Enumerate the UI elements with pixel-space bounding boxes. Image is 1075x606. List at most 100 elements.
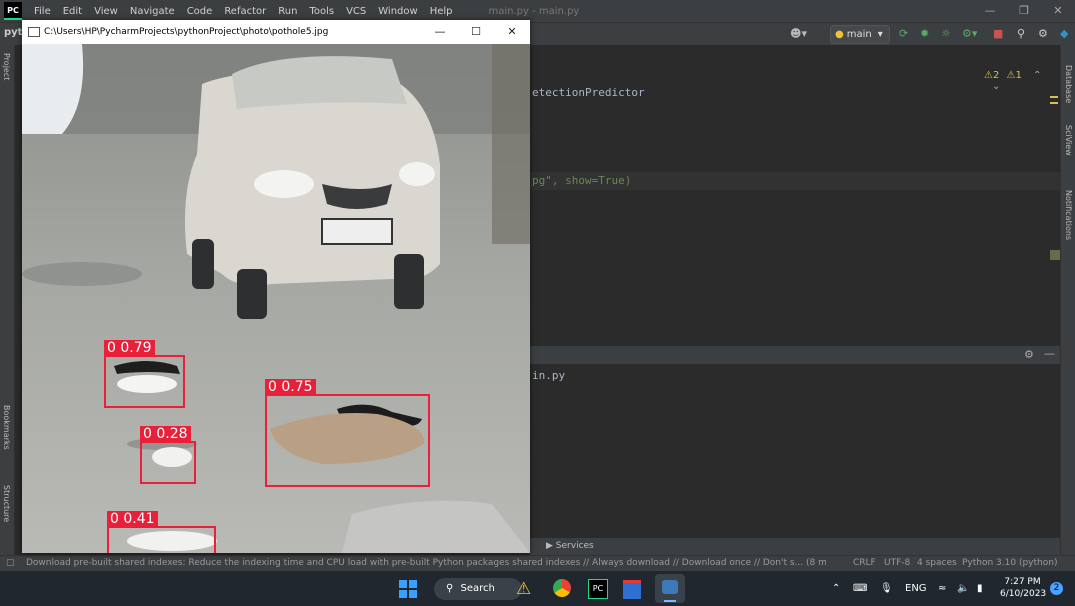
clock[interactable]: 7:27 PM 6/10/2023 xyxy=(1000,576,1046,600)
close-icon[interactable]: ✕ xyxy=(1041,0,1075,22)
chevron-up-icon[interactable]: ⌃ xyxy=(832,571,840,606)
search-icon: ⚲ xyxy=(446,583,454,594)
python-icon xyxy=(662,580,678,594)
interpreter-status[interactable]: Python 3.10 (python) xyxy=(962,558,1057,568)
stop-icon[interactable]: ■ xyxy=(993,26,1003,42)
notifications-tool-tab[interactable]: Notifications xyxy=(1064,190,1073,240)
detection-label: 0 0.41 xyxy=(107,511,158,527)
detection-label: 0 0.79 xyxy=(104,340,155,356)
wifi-icon[interactable]: ≈ xyxy=(938,571,946,606)
settings-icon[interactable]: ⚙ xyxy=(1038,26,1048,42)
indent-status[interactable]: 4 spaces xyxy=(917,558,957,568)
windows-taskbar: ⚲ Search ⚠ PC ⌃ ⌨ 🎙 ENG ≈ 🔈 ▮ 7:27 PM 6/… xyxy=(0,571,1075,606)
python-viewer-taskbar-button[interactable] xyxy=(655,574,685,603)
run-tool-window xyxy=(530,346,1060,537)
search-icon[interactable]: ⚲ xyxy=(1017,26,1025,42)
menu-edit[interactable]: Edit xyxy=(57,6,88,17)
inspection-widget[interactable]: ⚠2 ⚠1 ⌃ ⌄ xyxy=(984,70,1060,92)
image-viewer-titlebar[interactable]: C:\Users\HP\PycharmProjects\pythonProjec… xyxy=(22,20,530,44)
status-toggle-icon[interactable]: ▢ xyxy=(6,558,15,568)
menu-vcs[interactable]: VCS xyxy=(340,6,372,17)
image-viewer-window: C:\Users\HP\PycharmProjects\pythonProjec… xyxy=(22,20,530,553)
profile-icon[interactable]: ⚙▾ xyxy=(962,26,977,42)
search-label: Search xyxy=(460,583,495,594)
structure-tool-tab[interactable]: Structure xyxy=(2,485,11,522)
ide-status-bar: ▢ Download pre-built shared indexes: Red… xyxy=(0,555,1075,572)
project-tool-tab[interactable]: Project xyxy=(2,53,11,80)
close-icon[interactable]: ✕ xyxy=(494,20,530,44)
ide-file-title: main.py - main.py xyxy=(488,5,580,17)
minimize-icon[interactable]: — xyxy=(422,20,458,44)
ide-menu-bar: PC File Edit View Navigate Code Refactor… xyxy=(0,0,1075,22)
pycharm-taskbar-icon[interactable]: PC xyxy=(588,579,608,599)
taskbar-search[interactable]: ⚲ Search xyxy=(434,578,522,600)
menu-view[interactable]: View xyxy=(88,6,124,17)
rerun-icon[interactable]: ⟳ xyxy=(899,26,908,42)
scroll-thumb[interactable] xyxy=(1050,250,1060,260)
detection-label: 0 0.28 xyxy=(140,426,191,442)
detection-box xyxy=(265,394,430,487)
warning-icon: ⚠ xyxy=(984,70,993,81)
coverage-icon[interactable]: ☼ xyxy=(941,26,951,42)
status-message[interactable]: Download pre-built shared indexes: Reduc… xyxy=(26,558,826,568)
jetbrains-icon[interactable]: ◆ xyxy=(1060,26,1068,42)
keyboard-icon[interactable]: ⌨ xyxy=(853,571,867,606)
hide-panel-icon[interactable]: — xyxy=(1044,347,1055,360)
database-tool-tab[interactable]: Database xyxy=(1064,65,1073,103)
ide-window-controls: — ❐ ✕ xyxy=(973,0,1075,22)
volume-icon[interactable]: 🔈 xyxy=(957,571,969,606)
notification-badge[interactable]: 2 xyxy=(1050,582,1063,595)
chevron-down-icon: ▾ xyxy=(877,29,883,40)
menu-help[interactable]: Help xyxy=(424,6,459,17)
menu-run[interactable]: Run xyxy=(272,6,303,17)
language-indicator[interactable]: ENG xyxy=(905,571,927,606)
python-icon: ● xyxy=(835,29,844,40)
warning-app-icon[interactable]: ⚠ xyxy=(516,579,531,599)
menu-navigate[interactable]: Navigate xyxy=(124,6,181,17)
debug-icon[interactable]: ✹ xyxy=(920,26,929,42)
detection-label: 0 0.75 xyxy=(265,379,316,395)
bookmarks-tool-tab[interactable]: Bookmarks xyxy=(2,405,11,450)
chevron-down-icon[interactable]: ⌄ xyxy=(992,81,1000,92)
run-config-select[interactable]: ● main ▾ xyxy=(830,25,890,44)
maximize-icon[interactable]: ❐ xyxy=(1007,0,1041,22)
menu-window[interactable]: Window xyxy=(372,6,423,17)
services-tab-bar: ▶ Services xyxy=(530,538,1060,555)
menu-file[interactable]: File xyxy=(28,6,57,17)
run-config-label: main xyxy=(846,29,872,40)
code-editor[interactable]: ⚠2 ⚠1 ⌃ ⌄ etectionPredictor pg", show=Tr… xyxy=(530,45,1060,345)
menu-refactor[interactable]: Refactor xyxy=(218,6,272,17)
services-tab[interactable]: ▶ Services xyxy=(546,541,594,551)
detection-box xyxy=(140,441,196,484)
chrome-icon[interactable] xyxy=(553,579,571,597)
pothole-photo: 0 0.79 0 0.75 0 0.28 0 0.41 xyxy=(22,44,530,553)
microphone-icon[interactable]: 🎙 xyxy=(880,571,893,606)
weak-warning-icon: ⚠ xyxy=(1006,70,1016,81)
line-separator-status[interactable]: CRLF xyxy=(853,558,876,568)
maximize-icon[interactable]: ☐ xyxy=(458,20,494,44)
run-output-line: in.py xyxy=(532,369,566,382)
right-tool-stripe: Database SciView Notifications xyxy=(1060,45,1075,555)
left-tool-stripe: Project Bookmarks Structure xyxy=(0,45,15,555)
error-stripe-mark[interactable] xyxy=(1050,96,1058,98)
user-icon[interactable]: ☻▾ xyxy=(790,26,807,42)
menu-code[interactable]: Code xyxy=(181,6,219,17)
chevron-up-icon[interactable]: ⌃ xyxy=(1033,70,1041,81)
weak-warning-count: 1 xyxy=(1015,70,1022,81)
code-line: pg", show=True) xyxy=(532,174,632,187)
menu-tools[interactable]: Tools xyxy=(303,6,340,17)
sciview-tool-tab[interactable]: SciView xyxy=(1064,125,1073,156)
gear-icon[interactable]: ⚙ xyxy=(1024,348,1034,361)
battery-icon[interactable]: ▮ xyxy=(977,571,983,606)
error-stripe-mark[interactable] xyxy=(1050,102,1058,104)
code-line: etectionPredictor xyxy=(532,86,645,99)
encoding-status[interactable]: UTF-8 xyxy=(884,558,910,568)
minimize-icon[interactable]: — xyxy=(973,0,1007,22)
windows-start-icon[interactable] xyxy=(399,580,417,598)
clock-time: 7:27 PM xyxy=(1004,577,1041,587)
store-icon[interactable] xyxy=(623,580,641,599)
services-label: Services xyxy=(555,541,594,551)
services-icon: ▶ xyxy=(546,541,553,551)
pycharm-logo-icon: PC xyxy=(4,2,22,20)
detection-box xyxy=(104,355,185,408)
